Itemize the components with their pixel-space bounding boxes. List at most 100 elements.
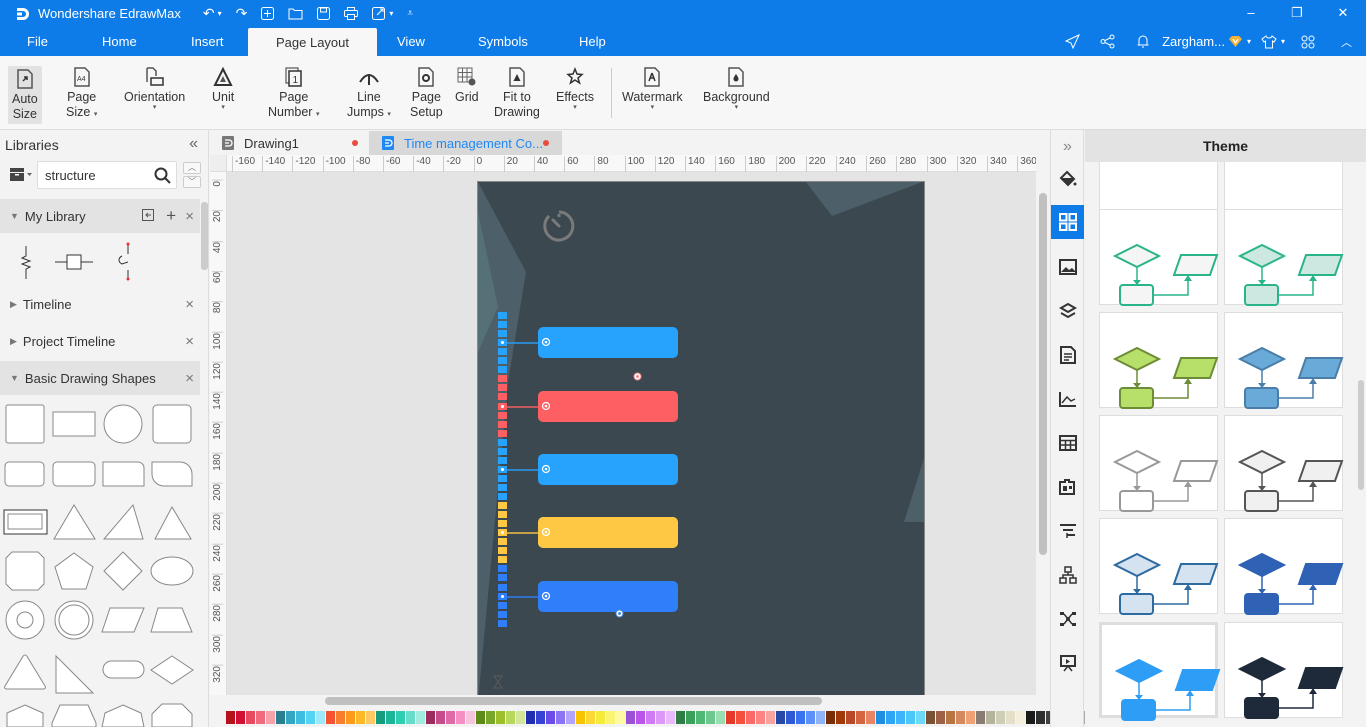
theme-card-mint[interactable] xyxy=(1224,209,1344,306)
color-swatch[interactable] xyxy=(996,710,1005,724)
shape-snip-round[interactable] xyxy=(151,461,193,487)
customize-quick-access-button[interactable]: ⩡ xyxy=(407,8,413,19)
shape-pentagon[interactable] xyxy=(54,552,94,590)
color-swatch[interactable] xyxy=(286,710,295,724)
color-swatch[interactable] xyxy=(1016,710,1025,724)
color-swatch[interactable] xyxy=(756,710,765,724)
shape-isosceles-triangle[interactable] xyxy=(154,505,192,540)
menu-page-layout[interactable]: Page Layout xyxy=(248,28,378,56)
close-section-icon[interactable]: × xyxy=(185,333,194,350)
color-swatch[interactable] xyxy=(746,710,755,724)
color-swatch[interactable] xyxy=(236,710,245,724)
unit-button[interactable]: Unit ▾ xyxy=(212,66,234,111)
menu-home[interactable]: Home xyxy=(102,27,137,56)
color-swatch[interactable] xyxy=(586,710,595,724)
collapse-panel-icon[interactable]: « xyxy=(189,135,198,153)
shape-double-circle[interactable] xyxy=(54,600,94,640)
color-swatch[interactable] xyxy=(736,710,745,724)
color-swatch[interactable] xyxy=(766,710,775,724)
color-swatch[interactable] xyxy=(816,710,825,724)
open-folder-button[interactable] xyxy=(288,7,303,20)
search-icon[interactable] xyxy=(154,167,171,184)
color-swatch[interactable] xyxy=(646,710,655,724)
search-next-button[interactable]: ﹀ xyxy=(183,176,201,188)
search-prev-button[interactable]: ︿ xyxy=(183,162,201,174)
connection-point-icon[interactable] xyxy=(541,337,551,347)
color-swatch[interactable] xyxy=(256,710,265,724)
add-icon[interactable]: + xyxy=(166,206,176,226)
color-swatch[interactable] xyxy=(296,710,305,724)
color-swatch[interactable] xyxy=(536,710,545,724)
color-swatch[interactable] xyxy=(346,710,355,724)
timeline-bar[interactable] xyxy=(538,327,678,358)
resistor-shape[interactable] xyxy=(20,246,32,279)
timeline-bar[interactable] xyxy=(538,517,678,548)
component-box-shape[interactable] xyxy=(55,254,93,270)
color-swatch[interactable] xyxy=(656,710,665,724)
shape-heptagon[interactable] xyxy=(51,704,97,727)
color-swatch[interactable] xyxy=(926,710,935,724)
color-swatch[interactable] xyxy=(226,710,235,724)
menu-file[interactable]: File xyxy=(27,27,48,56)
page-size-button[interactable]: A4 Page Size ▾ xyxy=(66,66,97,122)
shape-trapezoid[interactable] xyxy=(150,607,193,633)
color-swatch[interactable] xyxy=(326,710,335,724)
library-manager-icon[interactable] xyxy=(10,168,34,187)
color-swatch[interactable] xyxy=(336,710,345,724)
effects-button[interactable]: Effects ▾ xyxy=(556,66,594,111)
fit-to-drawing-button[interactable]: Fit to Drawing xyxy=(494,66,540,120)
theme-card-bright-blue[interactable] xyxy=(1099,622,1221,721)
color-swatch[interactable] xyxy=(546,710,555,724)
redo-button[interactable]: ↷ xyxy=(236,5,248,22)
bell-icon[interactable] xyxy=(1125,34,1160,49)
color-swatch[interactable] xyxy=(1036,710,1045,724)
menu-symbols[interactable]: Symbols xyxy=(478,27,528,56)
color-swatch[interactable] xyxy=(876,710,885,724)
print-button[interactable] xyxy=(344,7,359,20)
close-section-icon[interactable]: × xyxy=(185,296,194,313)
presentation-icon[interactable] xyxy=(1051,646,1084,680)
theme-card-plain[interactable] xyxy=(1099,415,1219,512)
restore-button[interactable]: ❐ xyxy=(1274,0,1320,25)
color-swatch[interactable] xyxy=(676,710,685,724)
color-swatch[interactable] xyxy=(706,710,715,724)
color-swatch[interactable] xyxy=(596,710,605,724)
color-swatch[interactable] xyxy=(826,710,835,724)
menu-help[interactable]: Help xyxy=(579,27,606,56)
theme-icon[interactable] xyxy=(1051,205,1084,239)
color-swatch[interactable] xyxy=(666,710,675,724)
shape-octagon-2[interactable] xyxy=(151,703,193,727)
color-swatch[interactable] xyxy=(976,710,985,724)
undo-button[interactable]: ↶ ▾ xyxy=(203,5,222,22)
color-swatch[interactable] xyxy=(776,710,785,724)
color-swatch[interactable] xyxy=(356,710,365,724)
shape-ellipse[interactable] xyxy=(150,556,194,586)
shape-parallelogram[interactable] xyxy=(101,607,145,633)
grid-button[interactable]: Grid xyxy=(455,66,479,105)
vertical-scroll-thumb[interactable] xyxy=(1039,193,1047,555)
fill-style-icon[interactable] xyxy=(1051,162,1084,196)
color-swatch[interactable] xyxy=(936,710,945,724)
color-swatch[interactable] xyxy=(306,710,315,724)
color-swatch[interactable] xyxy=(516,710,525,724)
theme-card-green-outline[interactable] xyxy=(1099,209,1219,306)
shape-stadium[interactable] xyxy=(102,660,145,679)
color-swatch[interactable] xyxy=(486,710,495,724)
theme-card-royal-blue[interactable] xyxy=(1224,518,1344,615)
shape-square[interactable] xyxy=(5,404,45,444)
color-swatch[interactable] xyxy=(556,710,565,724)
send-icon[interactable] xyxy=(1055,34,1090,49)
timeline-bar[interactable] xyxy=(538,391,678,422)
vertical-scrollbar[interactable] xyxy=(1036,155,1050,707)
color-swatch[interactable] xyxy=(526,710,535,724)
drawing-canvas[interactable] xyxy=(227,172,1036,695)
library-scrollbar[interactable] xyxy=(201,202,208,270)
color-swatch[interactable] xyxy=(246,710,255,724)
timeline-bar[interactable] xyxy=(538,581,678,612)
shirt-icon[interactable] xyxy=(1261,34,1277,49)
apps-icon[interactable] xyxy=(1301,35,1315,49)
timeline-bar[interactable] xyxy=(538,454,678,485)
switch-shape[interactable] xyxy=(118,242,130,281)
color-swatch[interactable] xyxy=(386,710,395,724)
diagram-page[interactable] xyxy=(477,181,925,695)
